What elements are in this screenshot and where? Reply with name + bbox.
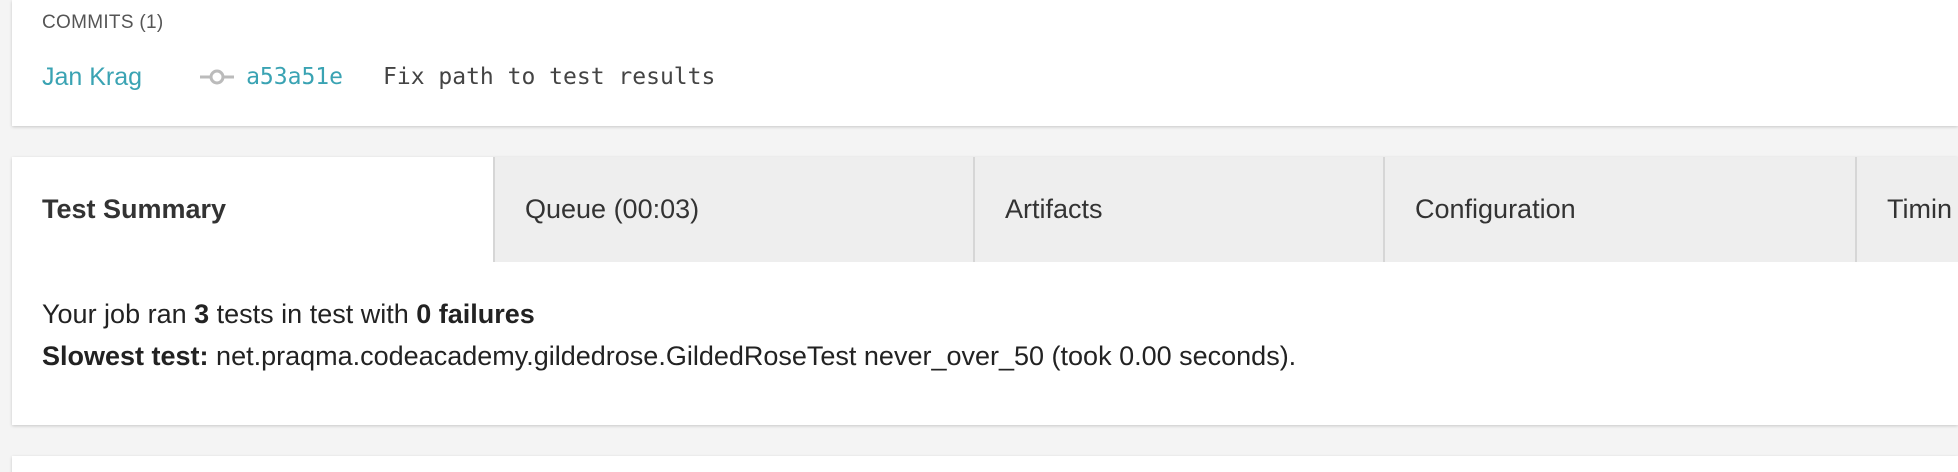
tab-configuration[interactable]: Configuration xyxy=(1385,157,1857,262)
results-prefix: Your job ran xyxy=(42,299,195,329)
slowest-test-label: Slowest test: xyxy=(42,341,209,371)
summary-body: Your job ran 3 tests in test with 0 fail… xyxy=(42,293,1296,377)
test-summary-card: Test Summary Queue (00:03) Artifacts Con… xyxy=(12,157,1958,425)
results-middle: tests in test with xyxy=(209,299,417,329)
slowest-test-detail: net.praqma.codeacademy.gildedrose.Gilded… xyxy=(208,341,1297,371)
failure-count: 0 failures xyxy=(416,299,535,329)
commit-message: Fix path to test results xyxy=(383,64,716,90)
summary-line-results: Your job ran 3 tests in test with 0 fail… xyxy=(42,293,1296,335)
build-page: COMMITS (1) Jan Krag a53a51e Fix path to… xyxy=(0,0,1958,472)
next-card xyxy=(12,456,1958,472)
tab-artifacts[interactable]: Artifacts xyxy=(975,157,1385,262)
test-count: 3 xyxy=(194,299,210,329)
commits-card: COMMITS (1) Jan Krag a53a51e Fix path to… xyxy=(12,0,1958,126)
tab-bar: Test Summary Queue (00:03) Artifacts Con… xyxy=(12,157,1958,262)
commit-author-link[interactable]: Jan Krag xyxy=(42,63,142,92)
commits-header: COMMITS (1) xyxy=(42,12,164,33)
commit-hash-link[interactable]: a53a51e xyxy=(246,64,343,90)
summary-line-slowest: Slowest test: net.praqma.codeacademy.gil… xyxy=(42,335,1296,377)
commit-icon xyxy=(200,67,235,87)
commit-row: Jan Krag a53a51e Fix path to test result… xyxy=(42,62,715,92)
tab-test-summary[interactable]: Test Summary xyxy=(12,157,495,262)
tab-queue[interactable]: Queue (00:03) xyxy=(495,157,975,262)
tab-timing[interactable]: Timin xyxy=(1857,157,1958,262)
